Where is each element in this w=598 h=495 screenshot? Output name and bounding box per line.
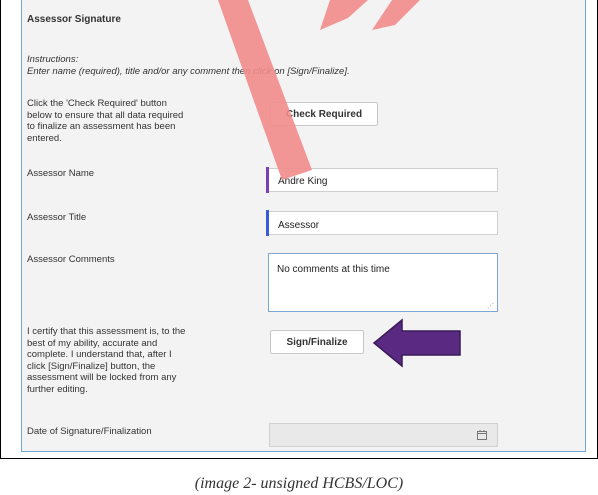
calendar-icon[interactable] xyxy=(477,430,487,440)
annotation-arrow xyxy=(372,318,461,368)
date-label: Date of Signature/Finalization xyxy=(27,426,152,437)
sign-finalize-button[interactable]: Sign/Finalize xyxy=(270,330,364,354)
focus-indicator xyxy=(266,210,269,236)
assessor-comments-label: Assessor Comments xyxy=(27,254,115,265)
assessor-title-field[interactable]: Assessor xyxy=(266,210,498,236)
date-field[interactable] xyxy=(269,423,498,447)
stamp-watermark xyxy=(218,0,420,180)
certify-label: I certify that this assessment is, to th… xyxy=(27,326,186,395)
resize-handle-icon[interactable]: ⋰ xyxy=(487,302,494,310)
assessor-comments-textarea[interactable]: No comments at this time ⋰ xyxy=(268,253,498,312)
image-caption: (image 2- unsigned HCBS/LOC) xyxy=(194,475,404,492)
assessor-title-label: Assessor Title xyxy=(27,212,87,223)
